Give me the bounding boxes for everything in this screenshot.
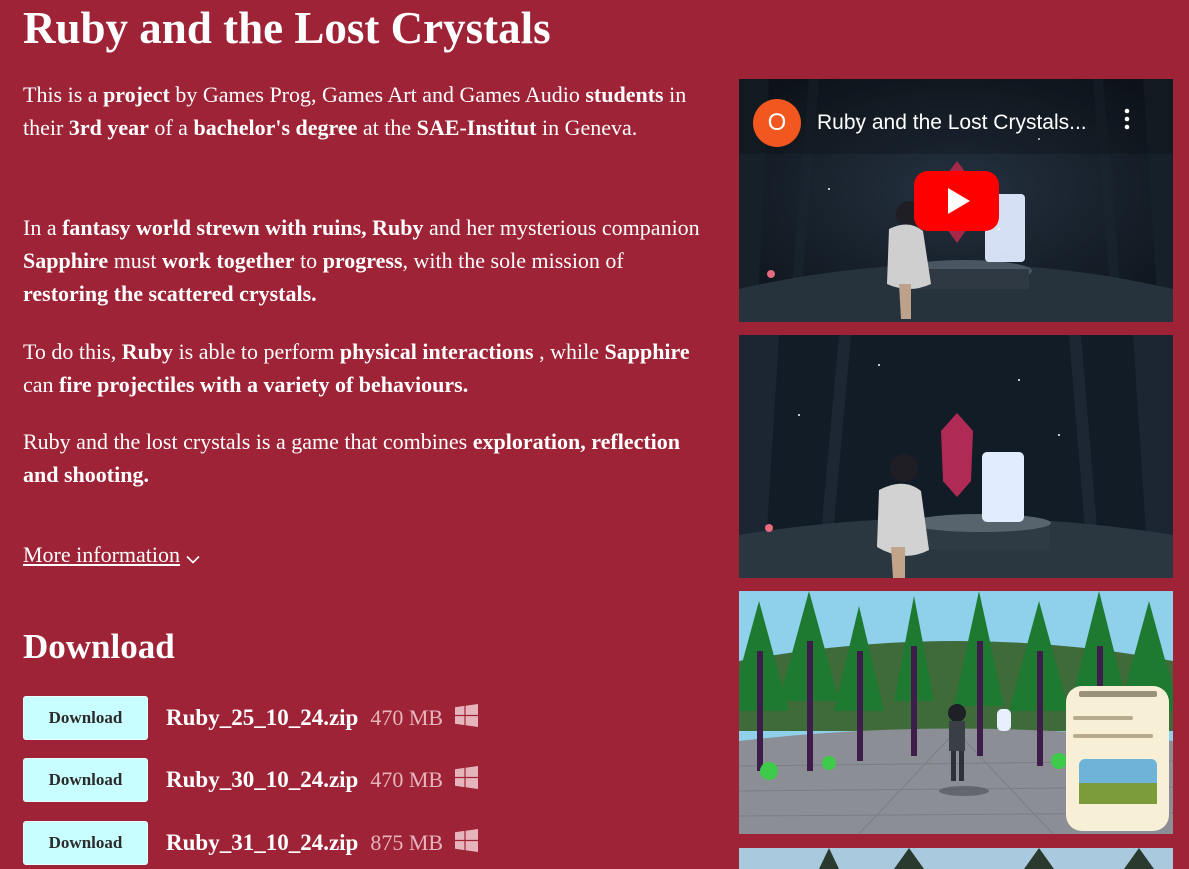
description-paragraph-3: To do this, Ruby is able to perform phys…	[23, 335, 713, 401]
page-title: Ruby and the Lost Crystals	[23, 3, 551, 53]
download-row: Download Ruby_25_10_24.zip 470 MB	[23, 696, 479, 740]
video-title[interactable]: Ruby and the Lost Crystals...	[817, 111, 1087, 135]
download-row: Download Ruby_30_10_24.zip 470 MB	[23, 758, 479, 802]
download-heading: Download	[23, 627, 175, 666]
text-run: by Games Prog, Games Art and Games Audio	[169, 82, 586, 107]
emphasized-text: students	[585, 82, 664, 107]
channel-avatar[interactable]: O	[753, 99, 801, 147]
text-run: must	[108, 248, 162, 273]
emphasized-text: Sapphire	[604, 339, 690, 364]
game-screenshot	[739, 335, 1173, 578]
download-button[interactable]: Download	[23, 821, 148, 865]
more-information-label: More information	[23, 542, 181, 567]
emphasized-text: restoring the scattered crystals.	[23, 281, 317, 306]
youtube-play-icon[interactable]	[914, 171, 999, 236]
text-run: and her mysterious companion	[423, 215, 700, 240]
emphasized-text: work together	[161, 248, 295, 273]
text-run: To do this,	[23, 339, 122, 364]
text-run: at the	[357, 115, 417, 140]
download-size: 875 MB	[370, 830, 444, 855]
chevron-down-icon	[186, 540, 200, 573]
emphasized-text: project	[103, 82, 170, 107]
text-run: of a	[148, 115, 194, 140]
text-run: , while	[533, 339, 605, 364]
emphasized-text: progress	[322, 248, 403, 273]
description-paragraph-4: Ruby and the lost crystals is a game tha…	[23, 425, 713, 491]
emphasized-text: fantasy world strewn with ruins, Ruby	[62, 215, 424, 240]
youtube-video-embed[interactable]: O Ruby and the Lost Crystals...	[739, 79, 1173, 322]
windows-icon	[455, 704, 479, 732]
download-button[interactable]: Download	[23, 696, 148, 740]
text-run: This is a	[23, 82, 104, 107]
text-run: to	[294, 248, 323, 273]
download-filename: Ruby_31_10_24.zip	[166, 830, 359, 855]
windows-icon	[455, 766, 479, 794]
text-run: In a	[23, 215, 63, 240]
download-size: 470 MB	[370, 767, 444, 792]
download-filename: Ruby_25_10_24.zip	[166, 705, 359, 730]
emphasized-text: physical interactions	[339, 339, 534, 364]
emphasized-text: SAE-Institut	[416, 115, 537, 140]
text-run: Ruby and the lost crystals is a game tha…	[23, 429, 473, 454]
emphasized-text: Sapphire	[23, 248, 109, 273]
game-screenshot	[739, 591, 1173, 834]
screenshot-image[interactable]	[739, 591, 1173, 834]
description-paragraph-2: In a fantasy world strewn with ruins, Ru…	[23, 211, 713, 310]
game-screenshot	[739, 848, 1173, 869]
text-run: is able to perform	[173, 339, 340, 364]
emphasized-text: 3rd year	[68, 115, 149, 140]
description-paragraph-1: This is a project by Games Prog, Games A…	[23, 78, 713, 144]
emphasized-text: Ruby	[121, 339, 174, 364]
download-size: 470 MB	[370, 705, 444, 730]
text-run: , with the sole mission of	[402, 248, 624, 273]
video-header: O Ruby and the Lost Crystals...	[753, 99, 1087, 147]
more-information-link[interactable]: More information	[23, 538, 200, 573]
screenshot-image[interactable]	[739, 335, 1173, 578]
download-filename: Ruby_30_10_24.zip	[166, 767, 359, 792]
emphasized-text: bachelor's degree	[193, 115, 358, 140]
download-row: Download Ruby_31_10_24.zip 875 MB	[23, 821, 479, 865]
text-run: can	[23, 372, 60, 397]
emphasized-text: fire projectiles with a variety of behav…	[59, 372, 469, 397]
windows-icon	[455, 829, 479, 857]
download-button[interactable]: Download	[23, 758, 148, 802]
more-vert-icon[interactable]	[1119, 107, 1135, 136]
screenshot-image[interactable]	[739, 848, 1173, 869]
text-run: in Geneva.	[536, 115, 638, 140]
